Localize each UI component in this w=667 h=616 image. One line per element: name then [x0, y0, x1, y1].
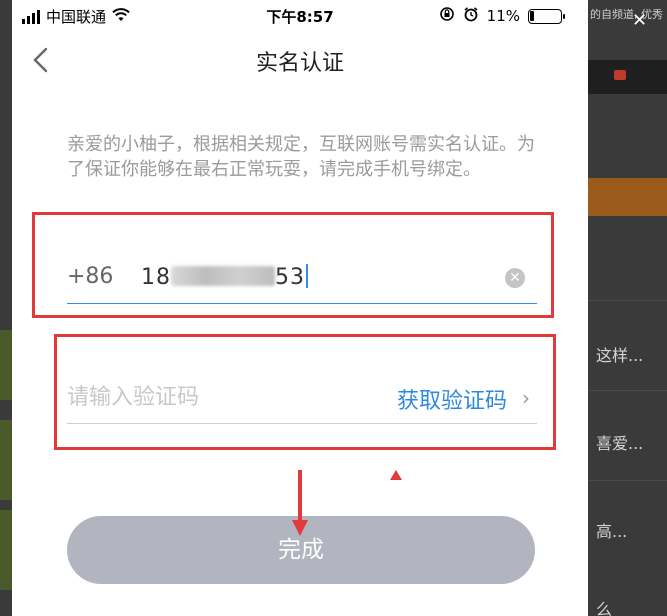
- annotation-marker: [390, 470, 402, 480]
- background-snippet: 么: [596, 600, 613, 616]
- background-app-left: [0, 0, 12, 616]
- annotation-box-phone: [32, 212, 554, 318]
- alarm-icon: [463, 6, 479, 26]
- close-icon[interactable]: ✕: [632, 10, 647, 31]
- flag-icon: [614, 70, 626, 80]
- background-top-text: 的自频道, 优秀: [590, 8, 663, 21]
- annotation-box-code: [54, 334, 556, 450]
- background-snippet: 这样...: [596, 346, 644, 365]
- annotation-arrow: [298, 470, 302, 522]
- rotation-lock-icon: [439, 6, 455, 26]
- annotation-arrow-head: [292, 520, 308, 536]
- nav-bar: 实名认证: [12, 32, 588, 88]
- battery-percent: 11%: [486, 7, 520, 25]
- background-bar: [588, 60, 667, 94]
- background-app: 的自频道, 优秀 ✕ 这样... 喜爱... 高... 么: [588, 0, 667, 616]
- background-snippet: 喜爱...: [596, 434, 644, 453]
- page-title: 实名认证: [255, 51, 344, 76]
- verification-notice: 亲爱的小柚子，根据相关规定，互联网账号需实名认证。为了保证你能够在最右正常玩耍，…: [67, 134, 535, 180]
- background-banner: [588, 178, 667, 216]
- background-snippet: 高...: [596, 522, 628, 541]
- battery-icon: [528, 8, 565, 24]
- status-bar: 中国联通 下午8:57 11%: [12, 0, 588, 32]
